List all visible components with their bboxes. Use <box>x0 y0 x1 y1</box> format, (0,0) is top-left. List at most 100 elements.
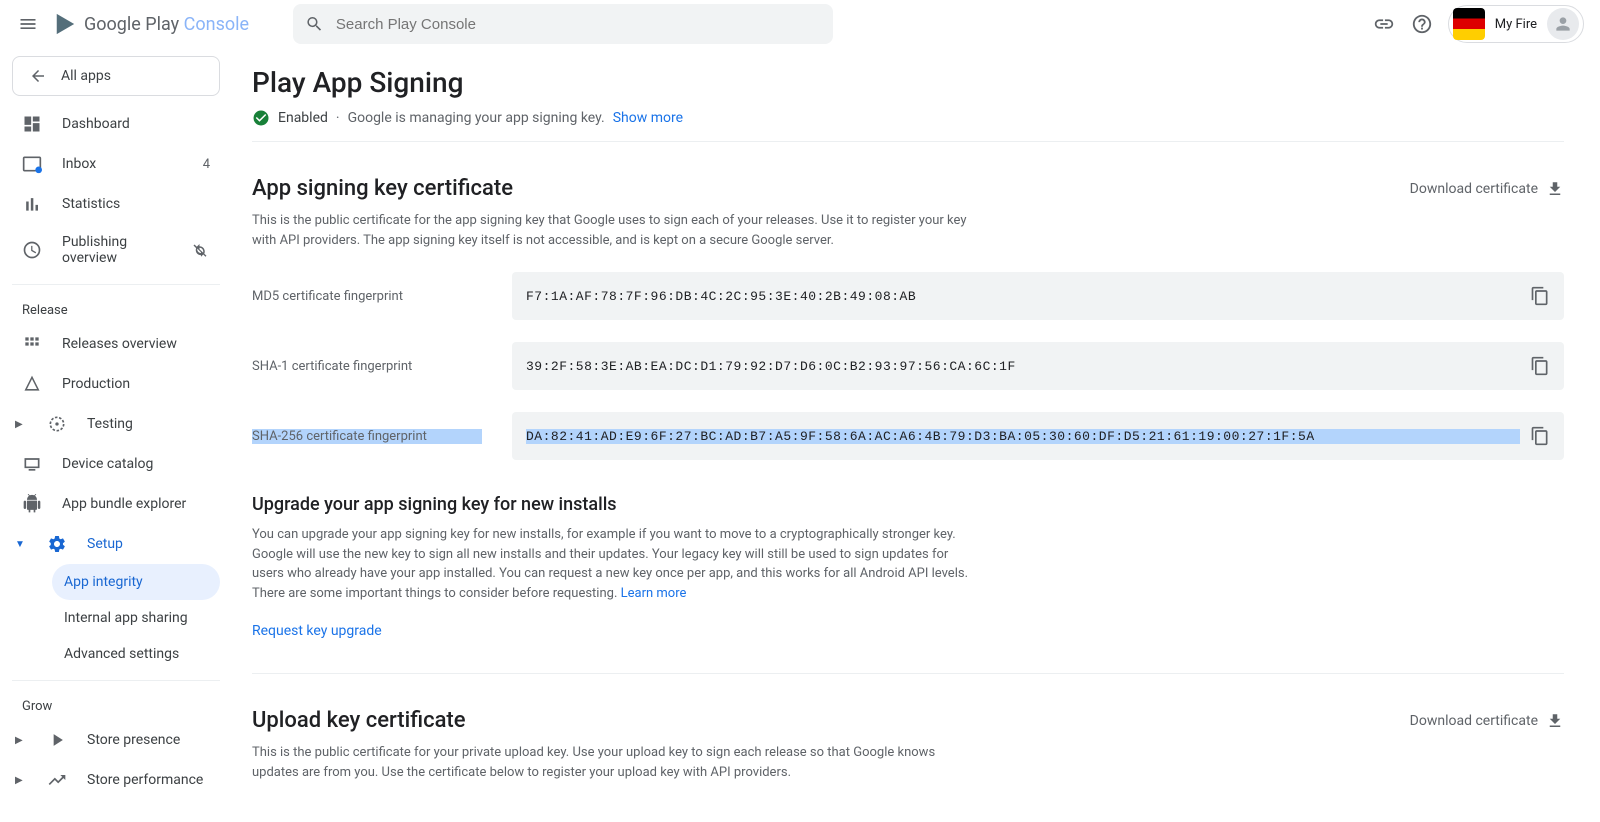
download-label: Download certificate <box>1410 181 1538 197</box>
status-desc: Google is managing your app signing key. <box>348 110 605 126</box>
sidebar-item-label: Device catalog <box>62 456 153 472</box>
request-upgrade-link[interactable]: Request key upgrade <box>252 623 382 639</box>
sidebar-item-label: Testing <box>87 416 133 432</box>
target-icon <box>47 414 67 434</box>
fingerprint-row-sha1: SHA-1 certificate fingerprint 39:2F:58:3… <box>252 342 1564 390</box>
download-upload-cert-button[interactable]: Download certificate <box>1410 708 1564 730</box>
inbox-badge: 4 <box>203 157 210 172</box>
sha1-value: 39:2F:58:3E:AB:EA:DC:D1:79:92:D7:D6:0C:B… <box>526 359 1520 374</box>
copy-icon <box>1530 286 1550 306</box>
profile-avatar[interactable] <box>1547 8 1579 40</box>
sidebar-item-label: Production <box>62 376 130 392</box>
signing-section: App signing key certificate This is the … <box>252 176 1564 460</box>
upgrade-desc: You can upgrade your app signing key for… <box>252 525 972 603</box>
section-heading-release: Release <box>12 284 220 324</box>
sidebar-item-label: App integrity <box>64 574 143 590</box>
link-icon <box>1373 13 1395 35</box>
md5-value-box: F7:1A:AF:78:7F:96:DB:4C:2C:95:3E:40:2B:4… <box>512 272 1564 320</box>
sidebar-item-dashboard[interactable]: Dashboard <box>12 104 220 144</box>
fingerprint-row-sha256: SHA-256 certificate fingerprint DA:82:41… <box>252 412 1564 460</box>
copy-icon <box>1530 356 1550 376</box>
menu-icon <box>18 14 38 34</box>
sync-off-icon <box>192 241 210 259</box>
sidebar-item-inbox[interactable]: Inbox 4 <box>12 144 220 184</box>
account-avatar <box>1453 8 1485 40</box>
play-icon <box>54 12 76 36</box>
section-heading-grow: Grow <box>12 680 220 720</box>
upgrade-heading: Upgrade your app signing key for new ins… <box>252 494 1564 515</box>
arrow-left-icon <box>29 67 47 85</box>
signing-desc: This is the public certificate for the a… <box>252 211 972 250</box>
person-icon <box>1553 14 1573 34</box>
sha1-label: SHA-1 certificate fingerprint <box>252 359 482 374</box>
upgrade-section: Upgrade your app signing key for new ins… <box>252 494 1564 639</box>
schedule-icon <box>22 240 42 260</box>
all-apps-button[interactable]: All apps <box>12 56 220 96</box>
chevron-right-icon: ▶ <box>15 735 27 746</box>
link-icon-button[interactable] <box>1372 12 1396 36</box>
sidebar-item-label: Store presence <box>87 732 180 748</box>
upload-heading: Upload key certificate <box>252 708 972 733</box>
chevron-right-icon: ▶ <box>15 419 27 430</box>
inbox-icon <box>22 154 42 174</box>
sha1-value-box: 39:2F:58:3E:AB:EA:DC:D1:79:92:D7:D6:0C:B… <box>512 342 1564 390</box>
sha256-label: SHA-256 certificate fingerprint <box>252 429 482 444</box>
search-bar[interactable] <box>293 4 833 44</box>
account-name: My Fire <box>1495 17 1537 32</box>
help-icon <box>1411 13 1433 35</box>
upload-section: Upload key certificate This is the publi… <box>252 708 1564 782</box>
sidebar-item-releases-overview[interactable]: Releases overview <box>12 324 220 364</box>
sidebar-item-label: Publishing overview <box>62 234 172 266</box>
sidebar-item-label: Releases overview <box>62 336 177 352</box>
signing-heading: App signing key certificate <box>252 176 972 201</box>
sidebar-item-label: Inbox <box>62 156 96 172</box>
show-more-link[interactable]: Show more <box>613 110 683 126</box>
sidebar-item-statistics[interactable]: Statistics <box>12 184 220 224</box>
sha256-value-box: DA:82:41:AD:E9:6F:27:BC:AD:B7:A5:9F:58:6… <box>512 412 1564 460</box>
android-icon <box>22 494 42 514</box>
sidebar: All apps Dashboard Inbox 4 Statistics Pu… <box>0 48 232 822</box>
sidebar-item-label: App bundle explorer <box>62 496 186 512</box>
sidebar-item-label: Store performance <box>87 772 203 788</box>
gear-icon <box>47 534 67 554</box>
learn-more-link[interactable]: Learn more <box>621 586 687 601</box>
download-icon <box>1546 180 1564 198</box>
copy-md5-button[interactable] <box>1530 286 1550 306</box>
hamburger-menu-button[interactable] <box>16 12 40 36</box>
top-header: Google Play Console My Fire <box>0 0 1600 48</box>
page-title: Play App Signing <box>252 66 1564 99</box>
sidebar-item-store-performance[interactable]: ▶ Store performance <box>12 760 220 800</box>
sidebar-item-production[interactable]: Production <box>12 364 220 404</box>
download-signing-cert-button[interactable]: Download certificate <box>1410 176 1564 198</box>
chevron-right-icon: ▶ <box>15 775 27 786</box>
sha256-value: DA:82:41:AD:E9:6F:27:BC:AD:B7:A5:9F:58:6… <box>526 429 1520 444</box>
sidebar-item-device-catalog[interactable]: Device catalog <box>12 444 220 484</box>
sidebar-item-label: Advanced settings <box>64 646 179 662</box>
dashboard-icon <box>22 114 42 134</box>
logo[interactable]: Google Play Console <box>54 12 249 36</box>
bar-chart-icon <box>22 194 42 214</box>
trending-icon <box>47 770 67 790</box>
sidebar-subitem-advanced-settings[interactable]: Advanced settings <box>52 636 220 672</box>
sidebar-item-setup[interactable]: ▼ Setup <box>12 524 220 564</box>
help-icon-button[interactable] <box>1410 12 1434 36</box>
copy-icon <box>1530 426 1550 446</box>
sidebar-item-bundle-explorer[interactable]: App bundle explorer <box>12 484 220 524</box>
copy-sha256-button[interactable] <box>1530 426 1550 446</box>
download-icon <box>1546 712 1564 730</box>
logo-text: Google Play Console <box>84 14 249 35</box>
status-enabled: Enabled <box>278 110 328 126</box>
sidebar-subitem-internal-sharing[interactable]: Internal app sharing <box>52 600 220 636</box>
copy-sha1-button[interactable] <box>1530 356 1550 376</box>
header-right: My Fire <box>1372 5 1584 43</box>
search-input[interactable] <box>336 16 821 33</box>
sidebar-item-testing[interactable]: ▶ Testing <box>12 404 220 444</box>
md5-value: F7:1A:AF:78:7F:96:DB:4C:2C:95:3E:40:2B:4… <box>526 289 1520 304</box>
status-dot: · <box>336 110 340 126</box>
sidebar-item-label: Dashboard <box>62 116 130 132</box>
upload-desc: This is the public certificate for your … <box>252 743 972 782</box>
sidebar-subitem-app-integrity[interactable]: App integrity <box>52 564 220 600</box>
account-switcher[interactable]: My Fire <box>1448 5 1584 43</box>
sidebar-item-store-presence[interactable]: ▶ Store presence <box>12 720 220 760</box>
sidebar-item-publishing[interactable]: Publishing overview <box>12 224 220 276</box>
